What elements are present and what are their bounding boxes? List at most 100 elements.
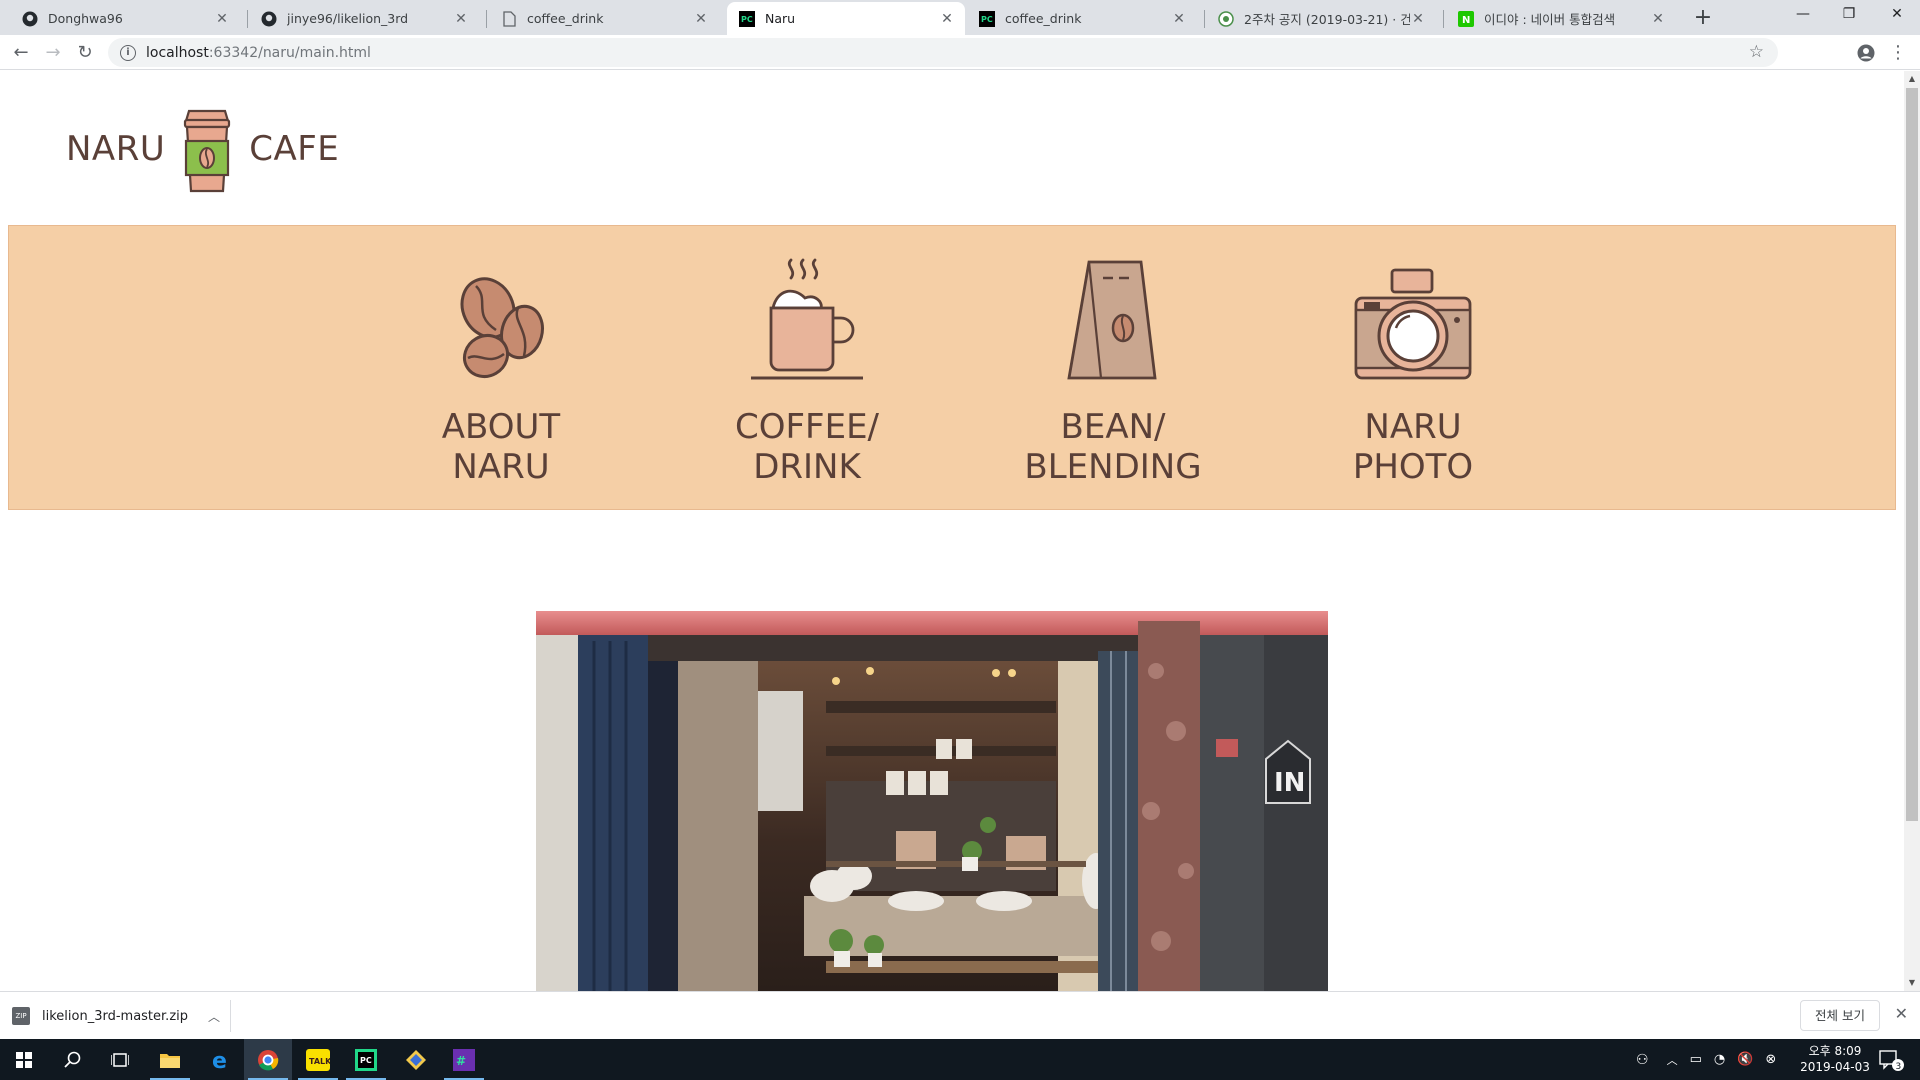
chevron-up-icon[interactable]: ︿ — [1667, 1052, 1678, 1068]
github-icon — [261, 11, 277, 27]
camera-icon — [1354, 268, 1472, 380]
svg-text:PC: PC — [741, 15, 753, 24]
browser-toolbar: ← → ↻ i localhost:63342/naru/main.html ☆… — [0, 35, 1920, 70]
windows-taskbar: e TALK PC # ⚇ ︿ ▭ ◔ 🔇 ⊗ 오후 8:09 2019-04-… — [0, 1039, 1920, 1080]
tab-title: Naru — [765, 11, 796, 26]
minimize-button[interactable]: — — [1780, 0, 1826, 30]
address-bar[interactable]: i localhost:63342/naru/main.html ☆ — [108, 38, 1778, 67]
tab-notice[interactable]: 2주차 공지 (2019-03-21) · 건대 ✕ — [1206, 2, 1436, 35]
nav-label: ABOUT NARU — [441, 407, 561, 487]
menu-kebab-icon[interactable]: ⋮ — [1884, 39, 1912, 67]
tab-title: jinye96/likelion_3rd — [287, 11, 409, 26]
close-icon[interactable]: ✕ — [1895, 1004, 1908, 1023]
cafe-storefront-photo: IN — [536, 611, 1328, 991]
photo-sign-text: IN — [1274, 768, 1305, 798]
close-icon[interactable]: ✕ — [939, 11, 955, 27]
notification-count: 3 — [1896, 1062, 1902, 1071]
nav-coffee-drink[interactable]: COFFEE/ DRINK — [697, 226, 917, 511]
reload-icon[interactable]: ↻ — [71, 39, 99, 67]
pycharm-icon: PC — [979, 10, 995, 27]
search-icon[interactable] — [48, 1039, 96, 1080]
github-icon — [22, 11, 38, 27]
notice-icon — [1218, 10, 1234, 27]
system-tray: ⚇ ︿ ▭ ◔ 🔇 ⊗ — [1636, 1039, 1776, 1080]
tab-coffee-drink-file[interactable]: coffee_drink ✕ — [489, 2, 719, 35]
scroll-up-arrow-icon[interactable]: ▲ — [1904, 71, 1920, 87]
svg-text:TALK: TALK — [309, 1057, 330, 1066]
nav-label: COFFEE/ DRINK — [734, 407, 880, 487]
tab-divider — [486, 10, 487, 28]
nav-naru-photo[interactable]: NARU PHOTO — [1303, 226, 1523, 511]
tab-coffee-drink-pycharm[interactable]: PC coffee_drink ✕ — [967, 2, 1197, 35]
close-icon[interactable]: ✕ — [453, 11, 469, 27]
git-kraken-icon[interactable] — [392, 1039, 440, 1080]
tab-divider — [1443, 10, 1444, 28]
tab-divider — [247, 10, 248, 28]
pycharm-icon: PC — [739, 10, 755, 27]
close-window-button[interactable]: ✕ — [1874, 0, 1920, 30]
svg-text:#: # — [456, 1054, 466, 1068]
restore-button[interactable]: ❐ — [1826, 0, 1872, 30]
tab-title: coffee_drink — [1005, 11, 1082, 26]
task-view-icon[interactable] — [96, 1039, 144, 1080]
site-logo[interactable]: NARU CAFE — [66, 99, 339, 199]
svg-text:PC: PC — [981, 15, 993, 24]
clock-date: 2019-04-03 — [1800, 1060, 1870, 1074]
tab-donghwa96[interactable]: Donghwa96 ✕ — [10, 2, 240, 35]
new-tab-button[interactable]: + — [1690, 6, 1716, 32]
document-icon — [501, 10, 517, 27]
show-all-downloads-button[interactable]: 전체 보기 — [1800, 1000, 1880, 1031]
close-icon[interactable]: ✕ — [1171, 11, 1187, 27]
file-explorer-icon[interactable] — [146, 1039, 194, 1080]
chevron-up-icon[interactable]: ︿ — [208, 1008, 220, 1025]
tab-likelion-repo[interactable]: jinye96/likelion_3rd ✕ — [249, 2, 479, 35]
nav-about-naru[interactable]: ABOUT NARU — [391, 226, 611, 511]
windows-start-icon[interactable] — [0, 1039, 48, 1080]
tab-naru-active[interactable]: PC Naru ✕ — [727, 2, 965, 35]
tab-naver-search[interactable]: N 이디야 : 네이버 통합검색 ✕ — [1446, 2, 1676, 35]
close-icon[interactable]: ✕ — [693, 11, 709, 27]
url-path: :63342/naru/main.html — [208, 44, 371, 61]
status-x-icon[interactable]: ⊗ — [1765, 1052, 1776, 1067]
scrollbar-thumb[interactable] — [1906, 88, 1918, 821]
download-item[interactable]: ZIP likelion_3rd-master.zip ︿ — [12, 998, 220, 1034]
logo-text-right: CAFE — [249, 129, 340, 169]
svg-text:PC: PC — [360, 1056, 372, 1065]
nav-label: NARU PHOTO — [1352, 407, 1474, 487]
bookmark-star-icon[interactable]: ☆ — [1749, 42, 1764, 62]
people-icon[interactable]: ⚇ — [1636, 1052, 1649, 1068]
taskbar-clock[interactable]: 오후 8:09 2019-04-03 — [1790, 1043, 1880, 1075]
battery-icon[interactable]: ▭ — [1690, 1052, 1702, 1067]
chrome-icon[interactable] — [244, 1039, 292, 1080]
download-filename: likelion_3rd-master.zip — [42, 1008, 189, 1024]
notification-center-icon[interactable]: 3 — [1868, 1039, 1916, 1080]
download-shelf: ZIP likelion_3rd-master.zip ︿ 전체 보기 ✕ — [0, 991, 1920, 1039]
close-icon[interactable]: ✕ — [1650, 11, 1666, 27]
edge-browser-icon[interactable]: e — [196, 1039, 244, 1080]
pycharm-icon[interactable]: PC — [342, 1039, 390, 1080]
coffee-cup-logo-icon — [184, 109, 231, 193]
tab-title: coffee_drink — [527, 11, 604, 26]
page-scrollbar[interactable]: ▲ ▼ — [1904, 71, 1920, 991]
tab-divider — [1204, 10, 1205, 28]
tab-title: Donghwa96 — [48, 11, 123, 26]
url-host: localhost — [146, 44, 209, 61]
svg-text:N: N — [1462, 15, 1470, 26]
kakaotalk-icon[interactable]: TALK — [294, 1039, 342, 1080]
forward-arrow-icon[interactable]: → — [39, 39, 67, 67]
close-icon[interactable]: ✕ — [214, 11, 230, 27]
speaker-muted-icon[interactable]: 🔇 — [1737, 1052, 1753, 1067]
shelf-divider — [230, 1000, 231, 1032]
naver-icon: N — [1458, 10, 1474, 27]
back-arrow-icon[interactable]: ← — [7, 39, 35, 67]
nav-bean-blending[interactable]: BEAN/ BLENDING — [1003, 226, 1223, 511]
profile-icon[interactable] — [1852, 39, 1880, 67]
logo-text-left: NARU — [66, 129, 166, 169]
main-nav: ABOUT NARU COFFEE/ DRINK BEAN/ BLENDING … — [8, 225, 1896, 510]
tab-title: 2주차 공지 (2019-03-21) · 건대 — [1244, 12, 1410, 27]
info-icon[interactable]: i — [120, 44, 136, 61]
ide-icon[interactable]: # — [440, 1039, 488, 1080]
scroll-down-arrow-icon[interactable]: ▼ — [1904, 975, 1920, 991]
close-icon[interactable]: ✕ — [1410, 11, 1426, 27]
wifi-icon[interactable]: ◔ — [1714, 1052, 1725, 1067]
